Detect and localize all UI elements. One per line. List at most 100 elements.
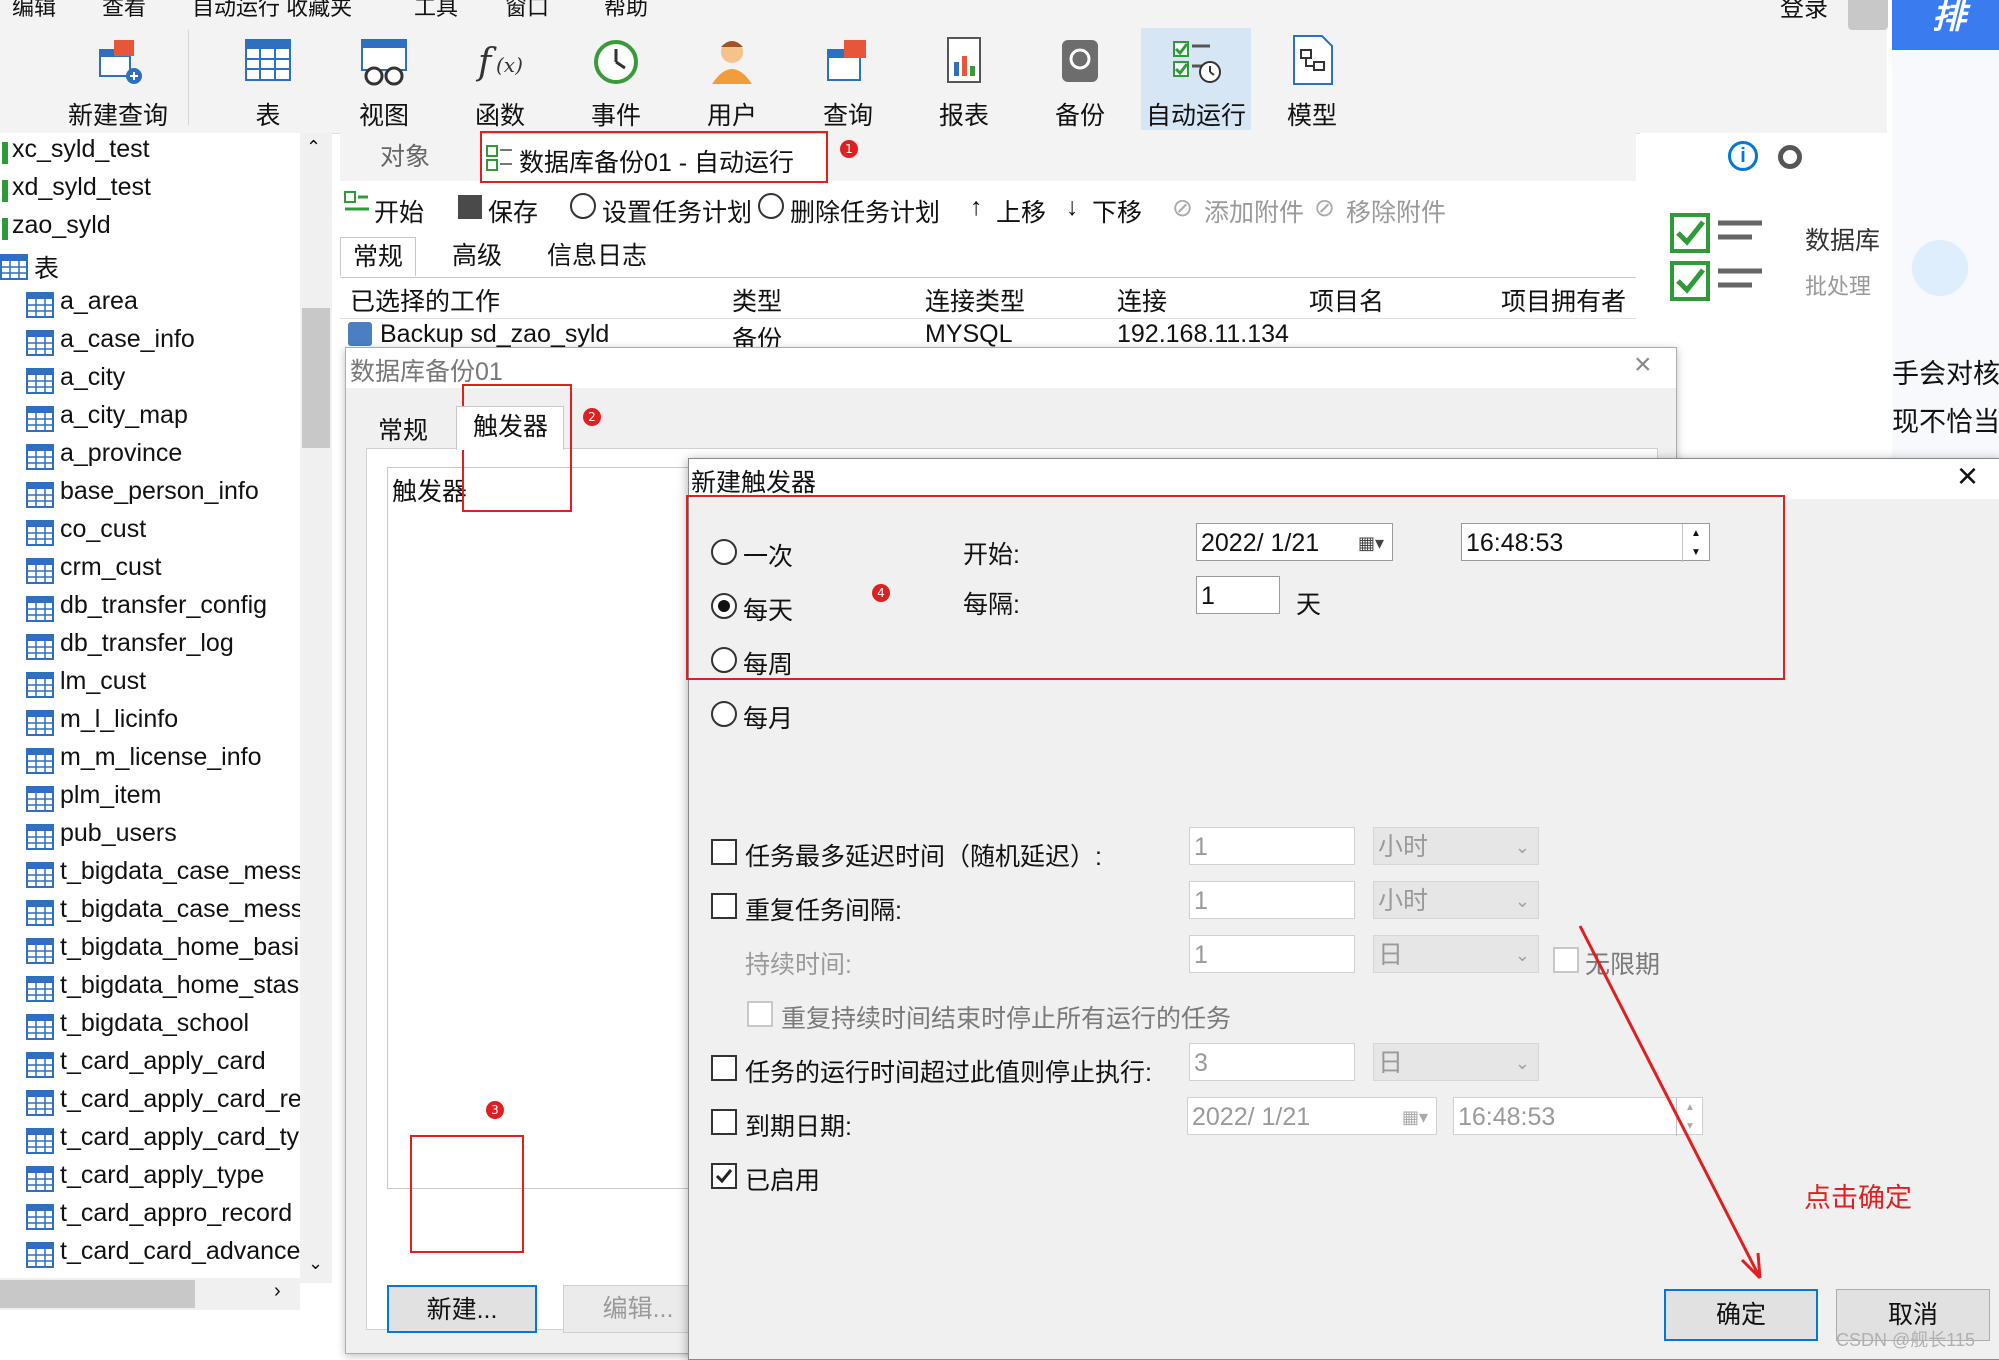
stop-exceed-unit-select[interactable]: 日 ⌄ [1373, 1043, 1539, 1081]
tree-item-label: zao_syld [12, 211, 111, 239]
col-connection[interactable]: 连接 [1117, 282, 1167, 318]
new-query-button[interactable]: 新建查询 [48, 28, 188, 130]
new-trigger-close-icon[interactable]: × [1957, 455, 1978, 497]
tree-horizontal-scrollbar[interactable]: › [0, 1278, 300, 1310]
toolbar-backup-button[interactable]: 备份 [1025, 28, 1135, 130]
subtab-general[interactable]: 常规 [340, 237, 417, 276]
avatar[interactable] [1848, 0, 1888, 30]
toolbar-function-button[interactable]: f (x) 函数 [445, 28, 555, 130]
tree-item-label: lm_cust [60, 667, 147, 695]
toolbar-user-button[interactable]: 用户 [677, 28, 787, 130]
set-schedule-button[interactable]: 设置任务计划 [602, 193, 752, 229]
expire-date-picker[interactable]: 2022/ 1/21 ▦▾ [1187, 1097, 1437, 1135]
tree-item-label: t_card_apply_type [60, 1161, 265, 1189]
col-connection-type[interactable]: 连接类型 [925, 282, 1025, 318]
login-link[interactable]: 登录 [1780, 0, 1828, 23]
move-down-button[interactable]: 下移 [1092, 193, 1142, 229]
stop-all-checkbox[interactable] [747, 1001, 773, 1027]
delay-input[interactable]: 1 [1189, 827, 1355, 865]
backup-icon [1062, 40, 1098, 82]
menu-automation-favorites[interactable]: 自动运行 收藏夹 [192, 0, 352, 22]
scroll-up-arrow-icon[interactable]: ⌃ [306, 137, 321, 158]
chevron-down-icon: ⌄ [1514, 891, 1530, 911]
tree-item-label: a_area [60, 287, 138, 315]
tree-item-label: xd_syld_test [12, 173, 151, 201]
subtab-log[interactable]: 信息日志 [535, 237, 659, 275]
duration-unit-select[interactable]: 日 ⌄ [1373, 935, 1539, 973]
table-icon [26, 1090, 54, 1116]
tree-item-label: m_l_licinfo [60, 705, 179, 733]
tree-vertical-scrollbar[interactable]: ⌃ ⌄ [300, 133, 332, 1283]
stop-exceed-input[interactable]: 3 [1189, 1043, 1355, 1081]
subtab-advanced[interactable]: 高级 [440, 237, 514, 275]
radio-monthly[interactable] [711, 701, 737, 727]
chevron-down-icon: ⌄ [1514, 837, 1530, 857]
enabled-checkbox[interactable] [711, 1163, 737, 1189]
delay-unit-value: 小时 [1378, 833, 1429, 861]
save-button[interactable]: 保存 [488, 193, 538, 229]
arrow-up-icon: ↑ [970, 193, 983, 221]
start-button[interactable]: 开始 [374, 193, 424, 229]
cell-connection-type: MYSQL [925, 320, 1013, 348]
eye-icon[interactable] [1778, 145, 1802, 169]
scroll-down-arrow-icon[interactable]: ⌄ [308, 1253, 323, 1274]
col-project-name[interactable]: 项目名 [1309, 282, 1384, 318]
move-up-button[interactable]: 上移 [996, 193, 1046, 229]
stop-all-label: 重复持续时间结束时停止所有运行的任务 [781, 1005, 1232, 1033]
table-icon [26, 1014, 54, 1040]
scroll-right-arrow-icon[interactable]: › [274, 1280, 281, 1303]
tree-hscroll-thumb[interactable] [0, 1280, 195, 1308]
report-icon [947, 37, 981, 83]
duration-unit-value: 日 [1378, 941, 1404, 969]
heart-icon [1912, 240, 1968, 296]
delete-schedule-button[interactable]: 删除任务计划 [790, 193, 940, 229]
calendar-dropdown-icon[interactable]: ▦▾ [1402, 1098, 1428, 1136]
repeat-input[interactable]: 1 [1189, 881, 1355, 919]
toolbar-report-button[interactable]: 报表 [909, 28, 1019, 130]
toolbar-table-button[interactable]: 表 [213, 28, 323, 130]
info-panel: i 数据库 批处理 [1640, 133, 1892, 463]
new-trigger-button[interactable]: 新建... [387, 1285, 537, 1333]
remove-attachment-button[interactable]: 移除附件 [1346, 193, 1446, 229]
toolbar-view-button[interactable]: 视图 [329, 28, 439, 130]
toolbar-event-button[interactable]: 事件 [561, 28, 671, 130]
menu-window[interactable]: 窗口 [505, 0, 549, 22]
toolbar-query-button[interactable]: 查询 [793, 28, 903, 130]
backup-dialog-tab-trigger[interactable]: 触发器 [456, 406, 564, 450]
tab-objects[interactable]: 对象 [340, 133, 470, 181]
menu-edit[interactable]: 编辑 [12, 0, 56, 22]
toolbar-model-button[interactable]: 模型 [1257, 28, 1367, 130]
col-selected-job[interactable]: 已选择的工作 [350, 282, 500, 318]
delay-checkbox[interactable] [711, 839, 737, 865]
col-type[interactable]: 类型 [732, 282, 782, 318]
menu-tools[interactable]: 工具 [414, 0, 458, 22]
backup-dialog-tab-general[interactable]: 常规 [366, 412, 468, 450]
toolbar-automation-button[interactable]: 自动运行 [1141, 28, 1251, 130]
delay-unit-select[interactable]: 小时 ⌄ [1373, 827, 1539, 865]
expire-checkbox[interactable] [711, 1109, 737, 1135]
table-icon [26, 520, 54, 546]
table-icon [26, 748, 54, 774]
menu-view[interactable]: 查看 [102, 0, 146, 22]
delete-schedule-icon [758, 193, 784, 219]
col-project-owner[interactable]: 项目拥有者 [1501, 282, 1626, 318]
tree-item-label: a_case_info [60, 325, 195, 353]
backup-dialog-close-icon[interactable]: × [1634, 348, 1652, 382]
right-strip-banner: 排 [1892, 0, 1999, 50]
user-icon [712, 41, 752, 84]
tree-item-label: plm_item [60, 781, 162, 809]
ok-button[interactable]: 确定 [1664, 1289, 1818, 1341]
stop-exceed-checkbox[interactable] [711, 1055, 737, 1081]
annotation-arrow [1578, 925, 1762, 1280]
duration-input[interactable]: 1 [1189, 935, 1355, 973]
model-icon [1293, 35, 1333, 85]
table-icon [26, 862, 54, 888]
add-attachment-button[interactable]: 添加附件 [1204, 193, 1304, 229]
info-icon[interactable]: i [1728, 141, 1758, 171]
menu-help[interactable]: 帮助 [604, 0, 648, 22]
table-icon [26, 558, 54, 584]
chevron-down-icon: ⌄ [1514, 1053, 1530, 1073]
repeat-checkbox[interactable] [711, 893, 737, 919]
repeat-unit-select[interactable]: 小时 ⌄ [1373, 881, 1539, 919]
tree-scroll-thumb[interactable] [302, 308, 330, 448]
